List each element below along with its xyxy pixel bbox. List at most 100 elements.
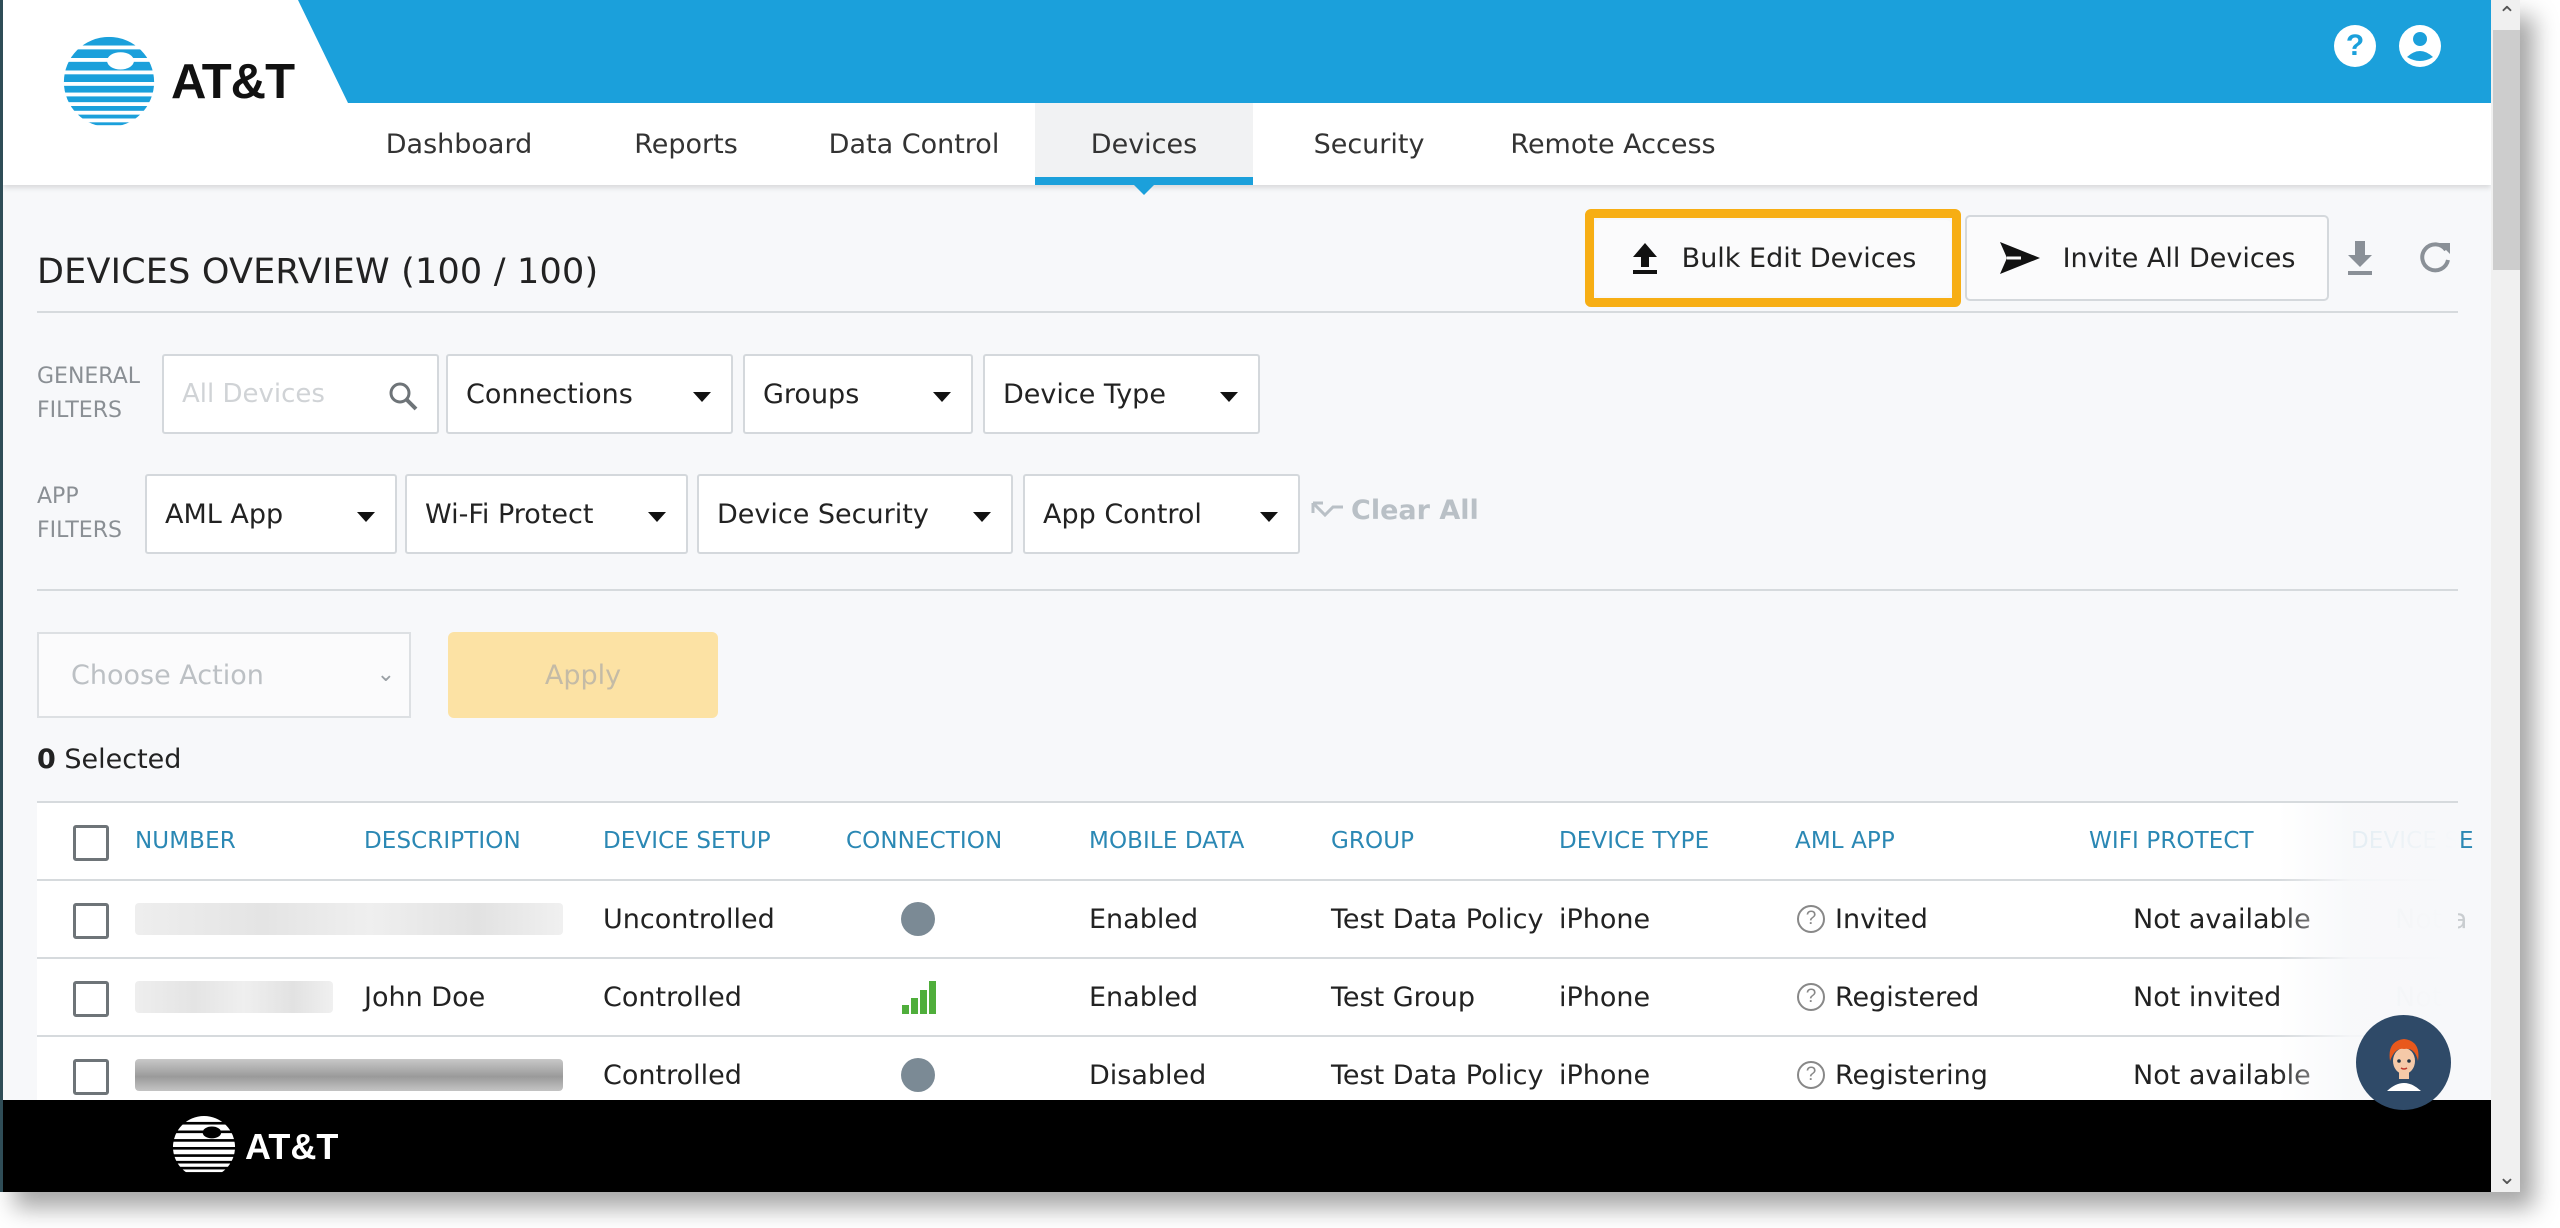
filter-label: Groups [763, 378, 860, 410]
select-all-checkbox[interactable] [73, 825, 109, 861]
filter-label: Device Type [1003, 378, 1166, 410]
row-checkbox[interactable] [73, 903, 109, 939]
question-circle-icon: ? [2345, 29, 2365, 62]
question-circle-icon: ? [1797, 1061, 1825, 1089]
table-header-row: NUMBER DESCRIPTION DEVICE SETUP CONNECTI… [37, 803, 2474, 881]
column-header-number[interactable]: NUMBER [135, 803, 236, 879]
redacted-number [135, 1059, 563, 1091]
chat-assistant-button[interactable] [2356, 1015, 2451, 1110]
connection-cell [901, 881, 935, 957]
connections-filter[interactable]: Connections [446, 354, 733, 434]
filter-label: Connections [466, 378, 633, 410]
nav-tab-label: Reports [634, 128, 738, 160]
filters-divider [37, 589, 2458, 591]
download-icon [2348, 241, 2372, 275]
header: AT&T ? Dashboard Reports Data Control De… [3, 0, 2491, 195]
column-header-device-setup[interactable]: DEVICE SETUP [603, 803, 771, 879]
choose-action-select[interactable]: Choose Action ⌄ [37, 632, 411, 718]
bulk-edit-devices-button[interactable]: Bulk Edit Devices [1595, 220, 1951, 296]
filter-label: AML App [165, 498, 284, 530]
column-header-aml-app[interactable]: AML APP [1795, 803, 1895, 879]
app-control-filter[interactable]: App Control [1023, 474, 1300, 554]
download-button[interactable] [2340, 238, 2380, 278]
nav-tab-security[interactable]: Security [1293, 103, 1445, 185]
aml-app-status: Registering [1835, 1059, 1988, 1091]
footer: AT&T [3, 1100, 2491, 1192]
nav-tab-label: Security [1313, 128, 1425, 160]
redacted-number [135, 981, 333, 1013]
nav-tab-devices[interactable]: Devices [1035, 103, 1253, 195]
att-globe-icon [172, 1115, 236, 1179]
groups-filter[interactable]: Groups [743, 354, 973, 434]
aml-app-status: Registered [1835, 981, 1980, 1013]
column-header-group[interactable]: GROUP [1331, 803, 1414, 879]
refresh-icon [2420, 242, 2450, 273]
apply-button[interactable]: Apply [448, 632, 718, 718]
clear-filter-icon [1311, 501, 1343, 517]
device-type-filter[interactable]: Device Type [983, 354, 1260, 434]
selected-count-number: 0 [37, 744, 56, 775]
aml-app-filter[interactable]: AML App [145, 474, 397, 554]
search-icon[interactable] [387, 380, 419, 416]
main-nav: Dashboard Reports Data Control Devices S… [3, 103, 2491, 195]
footer-brand-text: AT&T [245, 1126, 339, 1167]
row-checkbox[interactable] [73, 1059, 109, 1095]
filter-label: Device Security [717, 498, 929, 530]
nav-tab-label: Data Control [828, 128, 1000, 160]
bulk-edit-devices-label: Bulk Edit Devices [1681, 242, 1917, 274]
offline-status-icon [901, 1058, 935, 1092]
selected-count: 0 Selected [37, 744, 181, 775]
nav-tab-label: Remote Access [1510, 128, 1716, 160]
column-header-wifi-protect[interactable]: WIFI PROTECT [2089, 803, 2254, 879]
offline-status-icon [901, 902, 935, 936]
wifi-protect-filter[interactable]: Wi-Fi Protect [405, 474, 688, 554]
column-header-description[interactable]: DESCRIPTION [364, 803, 521, 879]
refresh-button[interactable] [2415, 238, 2455, 278]
selected-count-label: Selected [55, 744, 182, 775]
scrollbar-thumb[interactable] [2493, 30, 2520, 270]
device-setup-cell: Controlled [603, 981, 742, 1013]
invite-all-devices-label: Invite All Devices [2062, 242, 2296, 274]
aml-app-cell: ? Invited [1797, 881, 1928, 957]
device-search-input[interactable] [164, 379, 364, 409]
aml-app-cell: ? Registered [1797, 959, 1979, 1035]
help-button[interactable]: ? [2334, 25, 2376, 67]
devices-table: NUMBER DESCRIPTION DEVICE SETUP CONNECTI… [37, 801, 2474, 1115]
choose-action-placeholder: Choose Action [71, 659, 264, 691]
general-filters-label: GENERAL FILTERS [37, 360, 140, 428]
aml-app-status: Invited [1835, 903, 1928, 935]
device-search-field[interactable] [162, 354, 439, 434]
wifi-protect-cell: Not available [2133, 903, 2311, 935]
table-row[interactable]: John Doe Controlled Enabled Test Group i… [37, 959, 2458, 1037]
column-header-mobile-data[interactable]: MOBILE DATA [1089, 803, 1245, 879]
nav-tab-remote-access[interactable]: Remote Access [1503, 103, 1723, 185]
table-row[interactable]: Uncontrolled Enabled Test Data Policy iP… [37, 881, 2467, 959]
caret-down-icon [693, 392, 711, 402]
column-header-device-security[interactable]: DEVICE SE [2351, 803, 2474, 879]
column-header-connection[interactable]: CONNECTION [846, 803, 1002, 879]
device-security-cell: Not a [2395, 903, 2468, 935]
page-title: DEVICES OVERVIEW (100 / 100) [37, 252, 599, 292]
invite-all-devices-button[interactable]: Invite All Devices [1965, 215, 2329, 301]
user-account-button[interactable] [2399, 25, 2441, 67]
nav-tab-dashboard[interactable]: Dashboard [379, 103, 539, 185]
vertical-scrollbar[interactable]: ⌃ ⌄ [2491, 0, 2520, 1192]
scroll-up-arrow-icon[interactable]: ⌃ [2491, 0, 2520, 30]
filter-label: Wi-Fi Protect [425, 498, 594, 530]
scroll-down-arrow-icon[interactable]: ⌄ [2491, 1162, 2520, 1192]
caret-down-icon [973, 512, 991, 522]
title-divider [37, 311, 2458, 313]
device-security-filter[interactable]: Device Security [697, 474, 1013, 554]
wifi-protect-cell: Not invited [2133, 981, 2282, 1013]
nav-tab-reports[interactable]: Reports [613, 103, 759, 185]
label-line: FILTERS [37, 518, 122, 543]
nav-tab-label: Dashboard [385, 128, 533, 160]
footer-att-logo[interactable]: AT&T [171, 1114, 338, 1180]
clear-all-button[interactable]: Clear All [1311, 495, 1479, 526]
nav-tab-data-control[interactable]: Data Control [821, 103, 1007, 185]
column-header-device-type[interactable]: DEVICE TYPE [1559, 803, 1709, 879]
device-setup-cell: Uncontrolled [603, 903, 775, 935]
row-checkbox[interactable] [73, 981, 109, 1017]
description-cell: John Doe [364, 981, 486, 1013]
header-banner [298, 0, 2491, 103]
